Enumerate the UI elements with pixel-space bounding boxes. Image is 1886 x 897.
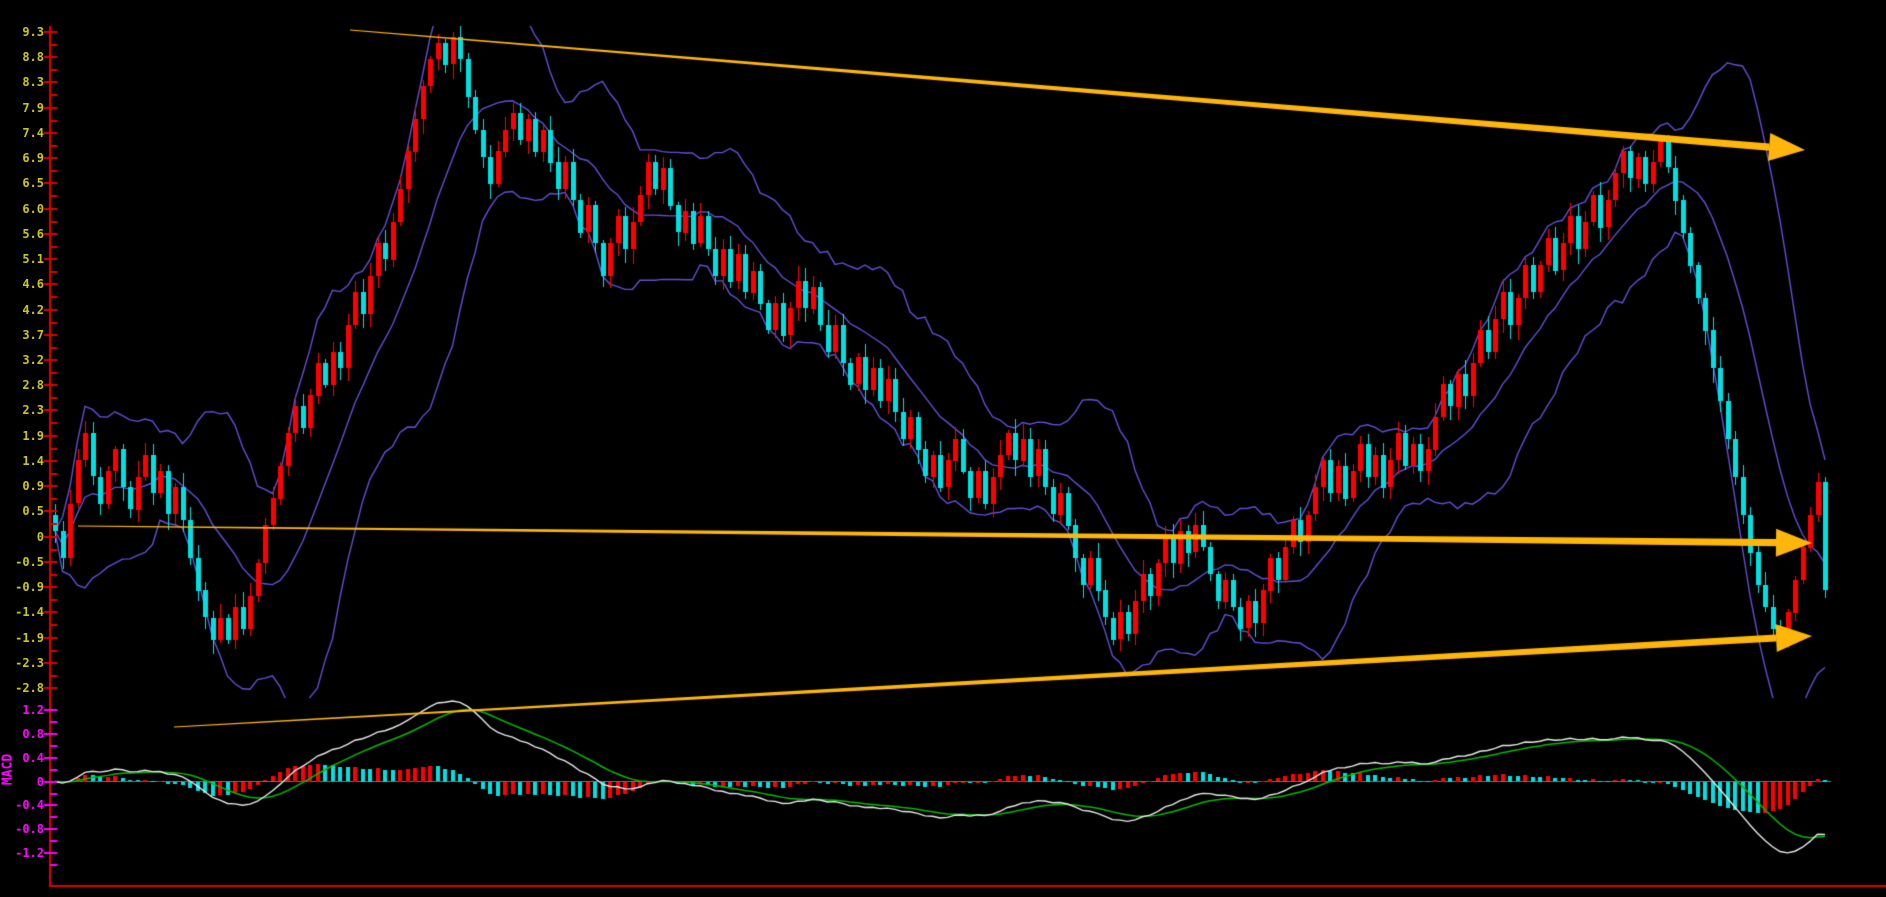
price-axis-label: 3.7	[0, 327, 44, 343]
price-axis-label: 7.9	[0, 100, 44, 116]
macd-axis-label: -1.2	[0, 845, 44, 861]
price-axis-label: -0.5	[0, 554, 44, 570]
price-axis-label: 6.5	[0, 175, 44, 191]
macd-axis-label: 0.8	[0, 726, 44, 742]
price-axis-label: 6.0	[0, 201, 44, 217]
macd-axis-label: 1.2	[0, 702, 44, 718]
price-axis-label: 4.2	[0, 302, 44, 318]
price-axis-label: 5.6	[0, 226, 44, 242]
kline-app-screen: 【胆029中123】频率K线(当前遗漏:2 周期:1 理论周期:1.52) 9.…	[0, 0, 1886, 897]
price-axis-label: -1.4	[0, 604, 44, 620]
price-axis-label: -2.3	[0, 655, 44, 671]
price-axis-label: 0.5	[0, 503, 44, 519]
macd-axis-label: -0.4	[0, 797, 44, 813]
price-axis-label: 0.9	[0, 478, 44, 494]
macd-axis-label: -0.8	[0, 821, 44, 837]
price-axis-label: 7.4	[0, 125, 44, 141]
price-axis-label: 1.4	[0, 453, 44, 469]
price-axis-label: 5.1	[0, 251, 44, 267]
price-axis-label: -0.9	[0, 579, 44, 595]
price-axis-label: 2.8	[0, 377, 44, 393]
price-axis-label: 1.9	[0, 428, 44, 444]
price-axis-label: -2.8	[0, 680, 44, 696]
price-axis-label: -1.9	[0, 630, 44, 646]
kline-chart-canvas[interactable]	[0, 0, 1886, 897]
price-axis-label: 3.2	[0, 352, 44, 368]
macd-indicator-label: MACD	[1, 741, 16, 799]
price-axis-label: 6.9	[0, 150, 44, 166]
price-axis-label: 9.3	[0, 24, 44, 40]
price-axis-label: 8.8	[0, 49, 44, 65]
price-axis-label: 8.3	[0, 74, 44, 90]
price-axis-label: 4.6	[0, 276, 44, 292]
price-axis-label: 2.3	[0, 402, 44, 418]
price-axis-label: 0	[0, 529, 44, 545]
